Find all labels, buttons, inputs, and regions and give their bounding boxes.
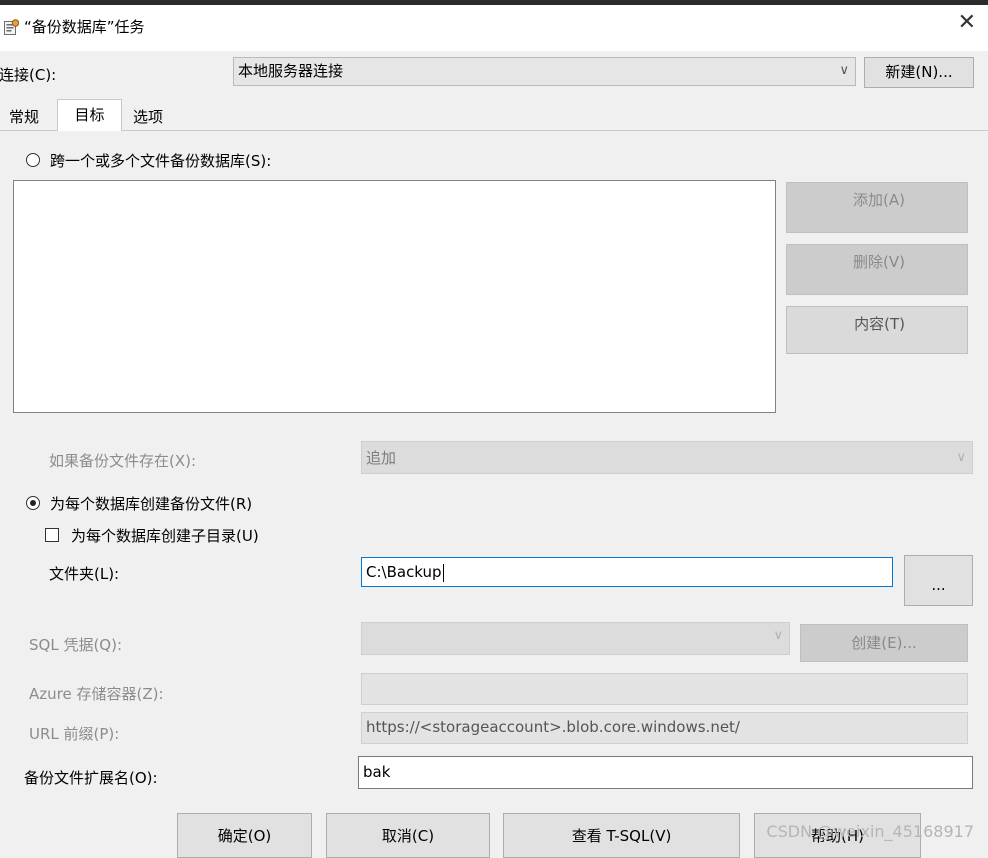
- tab-options[interactable]: 选项: [122, 102, 174, 130]
- per-database-radio[interactable]: [26, 496, 40, 510]
- span-files-label: 跨一个或多个文件备份数据库(S):: [50, 152, 272, 170]
- azure-container-input[interactable]: [361, 673, 968, 705]
- folder-value: C:\Backup: [366, 563, 442, 581]
- remove-button[interactable]: 删除(V): [786, 244, 968, 295]
- browse-folder-button[interactable]: ...: [904, 555, 973, 606]
- connection-selected-value: 本地服务器连接: [238, 62, 344, 80]
- contents-button[interactable]: 内容(T): [786, 306, 968, 354]
- extension-input[interactable]: bak: [358, 756, 973, 789]
- if-exists-select[interactable]: 追加 ∨: [361, 441, 973, 474]
- radio-selected-dot: [29, 499, 36, 506]
- if-exists-value: 追加: [366, 449, 397, 467]
- chevron-down-icon: ∨: [839, 63, 849, 78]
- url-prefix-label: URL 前缀(P):: [29, 725, 120, 743]
- create-credential-button[interactable]: 创建(E)...: [800, 624, 968, 662]
- title-bar: [0, 5, 988, 51]
- view-tsql-button[interactable]: 查看 T-SQL(V): [503, 813, 740, 858]
- close-icon[interactable]: ✕: [958, 12, 976, 34]
- folder-label: 文件夹(L):: [49, 565, 120, 583]
- sql-credential-label: SQL 凭据(Q):: [29, 636, 123, 654]
- csdn-watermark: CSDN @weixin_45168917: [766, 822, 974, 841]
- chevron-down-icon: ∨: [956, 450, 966, 465]
- connection-select[interactable]: 本地服务器连接 ∨: [233, 57, 856, 86]
- cancel-button[interactable]: 取消(C): [326, 813, 490, 858]
- span-files-radio[interactable]: [26, 153, 40, 167]
- tab-divider: [0, 130, 988, 131]
- extension-label: 备份文件扩展名(O):: [24, 769, 158, 787]
- subdirectory-checkbox[interactable]: [45, 528, 59, 542]
- add-button[interactable]: 添加(A): [786, 182, 968, 233]
- if-exists-label: 如果备份文件存在(X):: [49, 452, 197, 470]
- tab-general[interactable]: 常规: [2, 102, 46, 130]
- sql-credential-select[interactable]: ∨: [361, 622, 790, 655]
- folder-input[interactable]: C:\Backup: [361, 557, 893, 587]
- ok-button[interactable]: 确定(O): [177, 813, 312, 858]
- connection-label: 连接(C):: [0, 66, 57, 84]
- new-connection-button[interactable]: 新建(N)...: [864, 57, 974, 88]
- subdirectory-label: 为每个数据库创建子目录(U): [71, 527, 259, 545]
- window-title: “备份数据库”任务: [24, 18, 145, 36]
- tab-target[interactable]: 目标: [57, 99, 122, 131]
- per-database-label: 为每个数据库创建备份文件(R): [50, 495, 253, 513]
- chevron-down-icon: ∨: [773, 628, 783, 643]
- backup-file-list[interactable]: [13, 180, 776, 413]
- azure-container-label: Azure 存储容器(Z):: [29, 685, 164, 703]
- text-caret: [442, 563, 444, 582]
- task-icon: [4, 19, 19, 35]
- url-prefix-input[interactable]: https://<storageaccount>.blob.core.windo…: [361, 712, 968, 744]
